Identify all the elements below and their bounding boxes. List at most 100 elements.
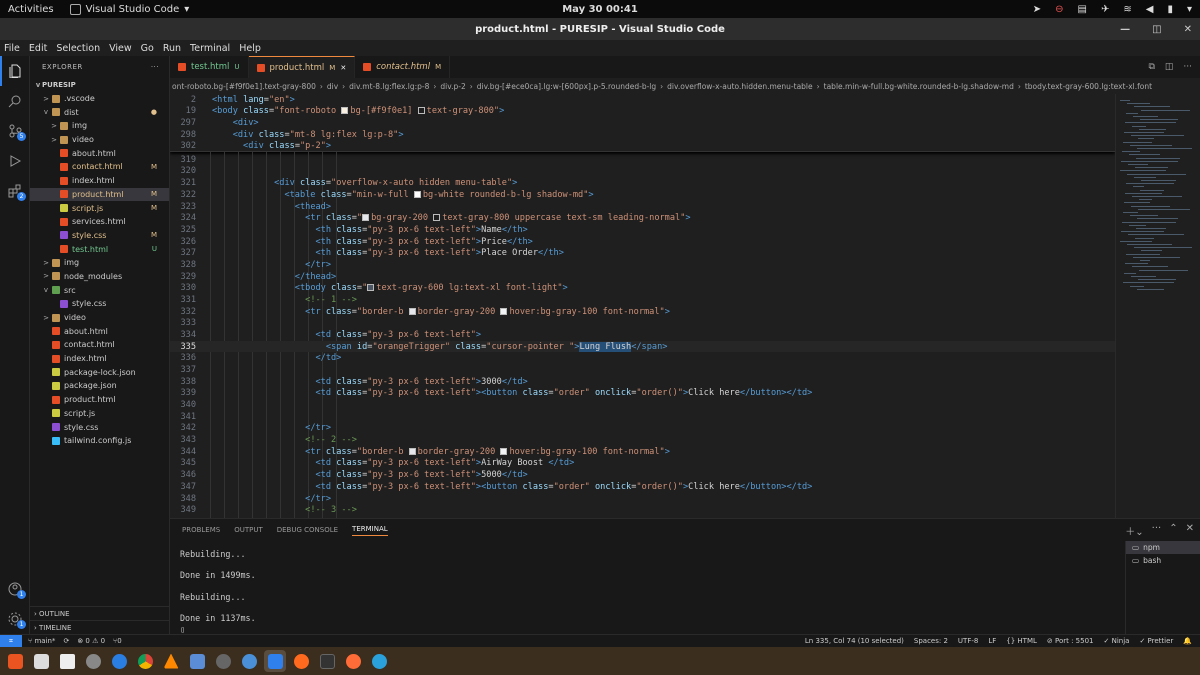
file-item[interactable]: contact.html M	[30, 160, 169, 174]
chrome-icon[interactable]	[134, 650, 156, 672]
ninja-status[interactable]: ✓ Ninja	[1103, 637, 1129, 645]
minimize-icon[interactable]: —	[1120, 24, 1130, 35]
split-editor-icon[interactable]: ◫	[1165, 62, 1174, 72]
terminal-icon[interactable]	[316, 650, 338, 672]
problems-status[interactable]: ⊗ 0 ⚠ 0	[77, 637, 105, 645]
text-editor-icon[interactable]	[56, 650, 78, 672]
folder-item[interactable]: > video	[30, 133, 169, 147]
power-menu-icon[interactable]: ▾	[1187, 4, 1192, 15]
ports-status[interactable]: ⑂0	[113, 637, 122, 645]
volume-icon[interactable]: ◀	[1146, 4, 1154, 15]
file-item[interactable]: index.html	[30, 352, 169, 366]
explorer-icon[interactable]	[0, 56, 30, 86]
breadcrumb-item[interactable]: div	[327, 82, 338, 91]
menu-terminal[interactable]: Terminal	[186, 43, 235, 54]
screenshot-icon[interactable]	[186, 650, 208, 672]
breadcrumb-item[interactable]: div.overflow-x-auto.hidden.menu-table	[667, 82, 812, 91]
activities-button[interactable]: Activities	[0, 4, 62, 15]
sync-icon[interactable]: ⟳	[63, 637, 69, 645]
telegram-tray-icon[interactable]: ➤	[1033, 4, 1041, 15]
code-line[interactable]: 347 <td class="py-3 px-6 text-left"><but…	[170, 481, 1115, 493]
encoding[interactable]: UTF-8	[958, 637, 978, 645]
maximize-panel-icon[interactable]: ⌃	[1169, 523, 1177, 538]
code-line[interactable]: 330 <tbody class=" text-gray-600 lg:text-…	[170, 282, 1115, 294]
menu-view[interactable]: View	[105, 43, 137, 54]
project-root[interactable]: v PURESIP	[30, 78, 169, 92]
record-icon[interactable]: ⊖	[1055, 4, 1063, 15]
file-item[interactable]: product.html M	[30, 187, 169, 202]
code-line[interactable]: 320	[170, 166, 1115, 178]
file-item[interactable]: about.html	[30, 146, 169, 160]
menu-go[interactable]: Go	[137, 43, 159, 54]
code-line[interactable]: 323 <thead>	[170, 201, 1115, 213]
file-item[interactable]: test.html U	[30, 242, 169, 256]
file-item[interactable]: services.html	[30, 215, 169, 229]
panel-tab-terminal[interactable]: TERMINAL	[352, 525, 388, 536]
file-item[interactable]: tailwind.config.js	[30, 434, 169, 448]
menu-help[interactable]: Help	[235, 43, 266, 54]
keyboard-icon[interactable]: ▤	[1078, 4, 1087, 15]
extensions-icon[interactable]: 2	[0, 176, 30, 206]
folder-item[interactable]: > video	[30, 311, 169, 325]
file-item[interactable]: contact.html	[30, 338, 169, 352]
file-item[interactable]: style.css M	[30, 229, 169, 243]
sticky-line[interactable]: 302 <div class="p-2">	[170, 140, 1115, 152]
code-line[interactable]: 319	[170, 154, 1115, 166]
vlc-icon[interactable]	[160, 650, 182, 672]
breadcrumb-item[interactable]: div.p-2	[440, 82, 465, 91]
branch-status[interactable]: ⑂ main*	[28, 637, 55, 645]
code-line[interactable]: 327 <th class="py-3 px-6 text-left">Plac…	[170, 247, 1115, 259]
system-tray[interactable]: ➤ ⊖ ▤ ✈ ≋ ◀ ▮ ▾	[1033, 0, 1192, 18]
files-icon[interactable]	[30, 650, 52, 672]
tab-test-html[interactable]: test.html U	[170, 56, 249, 78]
language-mode[interactable]: {} HTML	[1006, 637, 1037, 645]
file-item[interactable]: script.js	[30, 407, 169, 421]
code-line[interactable]: 340	[170, 399, 1115, 411]
sticky-line[interactable]: 298 <div class="mt-8 lg:flex lg:p-8">	[170, 129, 1115, 141]
menu-edit[interactable]: Edit	[25, 43, 52, 54]
prettier-status[interactable]: ✓ Prettier	[1139, 637, 1173, 645]
code-line[interactable]: 321 <div class="overflow-x-auto hidden m…	[170, 177, 1115, 189]
panel-tab-output[interactable]: OUTPUT	[234, 526, 263, 534]
search-icon[interactable]	[0, 86, 30, 116]
code-line[interactable]: 348 </tr>	[170, 493, 1115, 505]
panel-tab-debug-console[interactable]: DEBUG CONSOLE	[277, 526, 338, 534]
code-line[interactable]: 333	[170, 318, 1115, 330]
live-server-port[interactable]: ⊘ Port : 5501	[1047, 637, 1094, 645]
code-line[interactable]: 324 <tr class=" bg-gray-200 text-gray-800…	[170, 212, 1115, 224]
code-line[interactable]: 334 <td class="py-3 px-6 text-left">	[170, 329, 1115, 341]
panel-tab-problems[interactable]: PROBLEMS	[182, 526, 220, 534]
code-line[interactable]: 329 </thead>	[170, 271, 1115, 283]
code-line[interactable]: 331 <!-- 1 -->	[170, 294, 1115, 306]
eol[interactable]: LF	[988, 637, 996, 645]
code-line[interactable]: 344 <tr class="border-b border-gray-200 …	[170, 446, 1115, 458]
file-item[interactable]: index.html	[30, 174, 169, 188]
menu-selection[interactable]: Selection	[52, 43, 105, 54]
code-line[interactable]: 345 <td class="py-3 px-6 text-left">AirW…	[170, 458, 1115, 470]
battery-icon[interactable]: ▮	[1167, 4, 1173, 15]
breadcrumb-item[interactable]: tbody.text-gray-600.lg:text-xl.font	[1025, 82, 1152, 91]
chromium-icon[interactable]	[238, 650, 260, 672]
code-line[interactable]: 346 <td class="py-3 px-6 text-left">5000…	[170, 469, 1115, 481]
more-icon[interactable]: ···	[1152, 523, 1162, 538]
code-line[interactable]: 342 </tr>	[170, 423, 1115, 435]
run-debug-icon[interactable]	[0, 146, 30, 176]
breadcrumb-item[interactable]: ont-roboto.bg-[#f9f0e1].text-gray-800	[172, 82, 316, 91]
file-item[interactable]: script.js M	[30, 201, 169, 215]
app-menu[interactable]: Visual Studio Code ▾	[69, 3, 189, 15]
more-actions-icon[interactable]: ···	[151, 63, 159, 71]
sticky-line[interactable]: 297 <div>	[170, 117, 1115, 129]
timeline-section[interactable]: › TIMELINE	[30, 620, 170, 634]
terminal-instance-bash[interactable]: ▭ bash	[1126, 554, 1200, 567]
clock[interactable]: May 30 00:41	[562, 4, 638, 15]
menu-file[interactable]: File	[0, 43, 25, 54]
cursor-position[interactable]: Ln 335, Col 74 (10 selected)	[805, 637, 904, 645]
folder-item[interactable]: > node_modules	[30, 270, 169, 284]
compare-icon[interactable]: ⧉	[1148, 62, 1154, 72]
sticky-line[interactable]: 19 <body class="font-roboto bg-[#f9f0e1] …	[170, 106, 1115, 118]
terminal-output[interactable]: Rebuilding... Done in 1499ms. Rebuilding..…	[180, 549, 256, 635]
folder-item[interactable]: > .vscode	[30, 92, 169, 106]
breadcrumb-item[interactable]: table.min-w-full.bg-white.rounded-b-lg.s…	[824, 82, 1014, 91]
tab-product-html[interactable]: product.html M ✕	[248, 56, 356, 78]
code-line[interactable]: 322 <table class="min-w-full bg-white ro…	[170, 189, 1115, 201]
